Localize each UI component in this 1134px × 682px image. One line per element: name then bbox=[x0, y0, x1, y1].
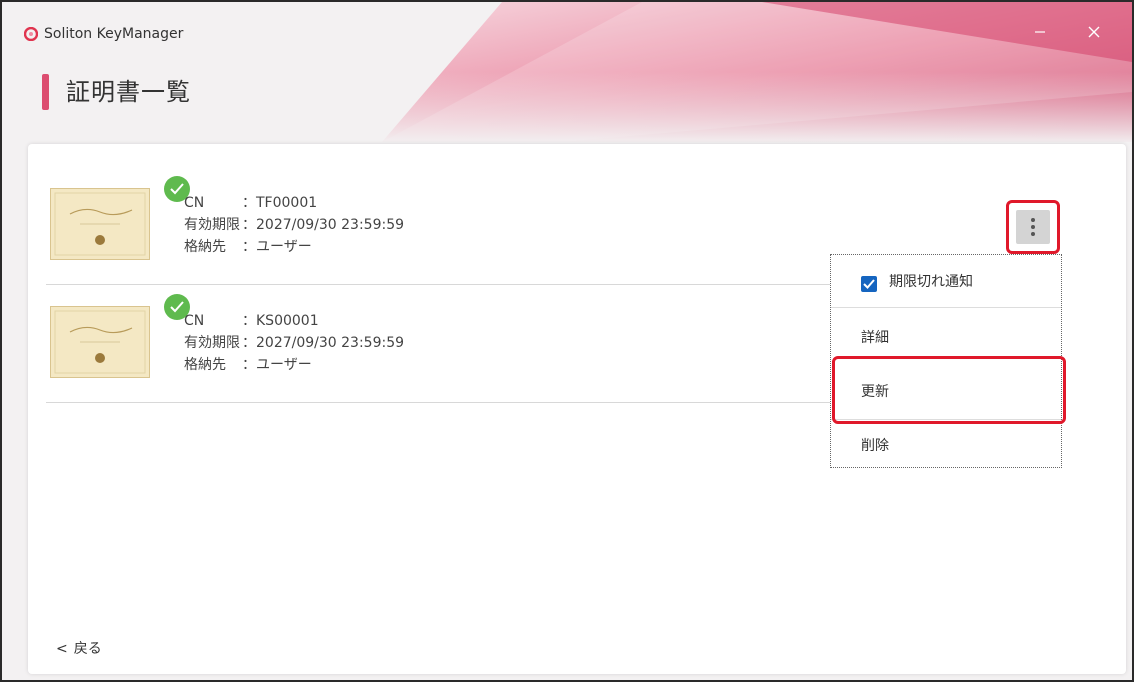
minimize-button[interactable] bbox=[1020, 20, 1060, 46]
close-button[interactable] bbox=[1074, 20, 1114, 46]
store-value: ：ユーザー bbox=[242, 357, 312, 373]
store-label: 格納先 bbox=[184, 357, 226, 373]
expiry-label: 有効期限 bbox=[184, 217, 240, 233]
more-vertical-icon bbox=[1016, 210, 1050, 244]
store-label: 格納先 bbox=[184, 239, 226, 255]
menu-item-delete[interactable]: 削除 bbox=[831, 421, 1061, 471]
back-link[interactable]: < 戻る bbox=[56, 638, 102, 658]
menu-divider bbox=[831, 307, 1061, 308]
menu-item-label: 削除 bbox=[861, 438, 889, 454]
expiry-value: ：2027/09/30 23:59:59 bbox=[242, 335, 405, 351]
close-icon bbox=[1088, 26, 1100, 38]
app-window: Soliton KeyManager 証明書一覧 CN ：TF00001 有効期限… bbox=[0, 0, 1134, 682]
renew-highlight-frame bbox=[832, 356, 1066, 424]
app-title: Soliton KeyManager bbox=[44, 26, 184, 42]
minimize-icon bbox=[1035, 31, 1045, 33]
certificate-info: CN ：KS00001 有効期限 ：2027/09/30 23:59:59 格納先 ：… bbox=[184, 310, 404, 376]
app-logo-icon bbox=[24, 27, 38, 41]
cn-value: ：TF00001 bbox=[242, 195, 318, 211]
chevron-left-icon: < bbox=[56, 641, 68, 657]
menu-item-label: 期限切れ通知 bbox=[889, 274, 973, 290]
back-label: 戻る bbox=[73, 641, 102, 657]
more-options-button[interactable] bbox=[1006, 200, 1060, 254]
cn-value: ：KS00001 bbox=[242, 313, 319, 329]
certificate-thumbnail-icon bbox=[50, 306, 150, 378]
expiry-value: ：2027/09/30 23:59:59 bbox=[242, 217, 405, 233]
store-value: ：ユーザー bbox=[242, 239, 312, 255]
cn-label: CN bbox=[184, 313, 205, 329]
title-bar: Soliton KeyManager bbox=[2, 2, 1132, 42]
page-title: 証明書一覧 bbox=[66, 78, 191, 106]
certificate-info: CN ：TF00001 有効期限 ：2027/09/30 23:59:59 格納先 ：… bbox=[184, 192, 404, 258]
certificate-thumbnail-icon bbox=[50, 188, 150, 260]
page-title-accent bbox=[42, 74, 49, 110]
checkbox-checked-icon[interactable] bbox=[861, 276, 877, 292]
expiry-label: 有効期限 bbox=[184, 335, 240, 351]
cn-label: CN bbox=[184, 195, 205, 211]
menu-item-expiry-notice[interactable]: 期限切れ通知 bbox=[831, 257, 1061, 307]
